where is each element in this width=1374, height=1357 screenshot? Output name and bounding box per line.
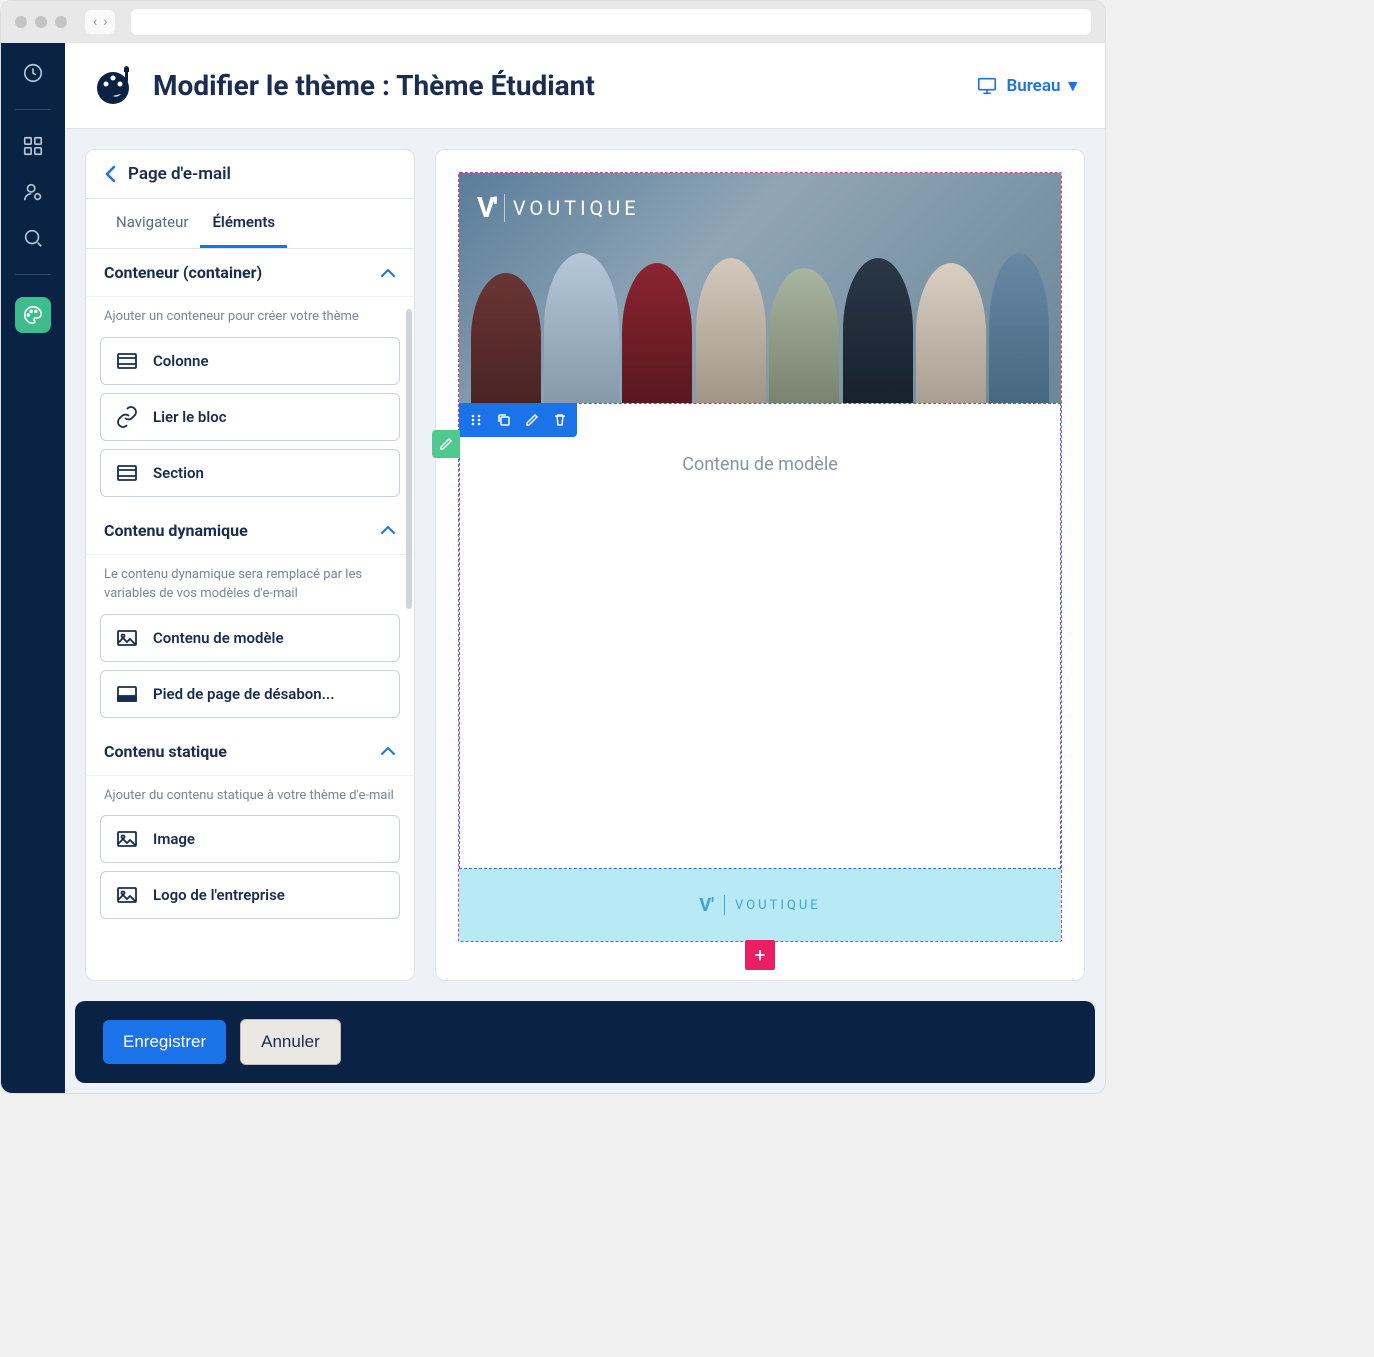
chevron-down-icon: ▾: [1068, 76, 1077, 96]
user-settings-icon[interactable]: [19, 178, 47, 206]
side-edit-tab[interactable]: [432, 430, 460, 458]
link-icon: [115, 405, 139, 429]
chevron-up-icon: [380, 746, 396, 756]
content-placeholder: Contenu de modèle: [460, 454, 1060, 475]
element-template-content[interactable]: Contenu de modèle: [100, 614, 400, 662]
footer-v-mark-icon: V': [699, 895, 714, 916]
image-icon: [115, 626, 139, 650]
apps-icon[interactable]: [19, 132, 47, 160]
duplicate-icon[interactable]: [491, 407, 517, 433]
palette-logo-icon: [93, 64, 137, 108]
element-image[interactable]: Image: [100, 815, 400, 863]
element-template-content-label: Contenu de modèle: [153, 629, 284, 647]
elements-panel: Page d'e-mail Navigateur Éléments Conten…: [85, 149, 415, 981]
window-close-icon[interactable]: [15, 16, 27, 28]
element-column-label: Colonne: [153, 352, 209, 370]
section-static-desc: Ajouter du contenu statique à votre thèm…: [86, 776, 414, 810]
section-container-header[interactable]: Conteneur (container): [86, 249, 414, 297]
element-link-block[interactable]: Lier le bloc: [100, 393, 400, 441]
scrollbar-thumb[interactable]: [406, 309, 412, 609]
page-title: Modifier le thème : Thème Étudiant: [153, 69, 595, 102]
template-content-block[interactable]: Contenu de modèle: [459, 403, 1061, 869]
element-link-block-label: Lier le bloc: [153, 408, 227, 426]
page-header: Modifier le thème : Thème Étudiant Burea…: [65, 43, 1105, 129]
hero-image-block[interactable]: V' VOUTIQUE: [459, 173, 1061, 403]
panel-title: Page d'e-mail: [128, 164, 231, 184]
element-company-logo-label: Logo de l'entreprise: [153, 886, 285, 904]
bottom-action-bar: Enregistrer Annuler: [75, 1001, 1095, 1083]
section-dynamic-title: Contenu dynamique: [104, 521, 248, 540]
element-image-label: Image: [153, 830, 195, 848]
element-section-label: Section: [153, 464, 204, 482]
url-bar[interactable]: [131, 9, 1091, 35]
hero-v-mark-icon: V': [477, 191, 496, 224]
window-minimize-icon[interactable]: [35, 16, 47, 28]
element-section[interactable]: Section: [100, 449, 400, 497]
nav-forward-icon[interactable]: ›: [103, 14, 107, 30]
section-static-header[interactable]: Contenu statique: [86, 728, 414, 776]
footer-icon: [115, 682, 139, 706]
element-unsub-footer[interactable]: Pied de page de désabon...: [100, 670, 400, 718]
chevron-up-icon: [380, 268, 396, 278]
side-rail: [1, 43, 65, 1093]
element-unsub-footer-label: Pied de page de désabon...: [153, 685, 334, 703]
edit-icon[interactable]: [519, 407, 545, 433]
device-selector[interactable]: Bureau ▾: [976, 75, 1077, 97]
tab-navigator[interactable]: Navigateur: [104, 199, 200, 248]
history-icon[interactable]: [19, 59, 47, 87]
browser-title-bar: ‹ ›: [1, 1, 1105, 43]
hero-brand-text: VOUTIQUE: [513, 196, 640, 220]
delete-icon[interactable]: [547, 407, 573, 433]
section-container-desc: Ajouter un conteneur pour créer votre th…: [86, 297, 414, 331]
drag-handle-icon[interactable]: [463, 407, 489, 433]
back-button[interactable]: [104, 164, 118, 184]
search-icon[interactable]: [19, 224, 47, 252]
section-dynamic-desc: Le contenu dynamique sera remplacé par l…: [86, 555, 414, 608]
save-button[interactable]: Enregistrer: [103, 1020, 226, 1064]
desktop-icon: [976, 75, 998, 97]
footer-block[interactable]: V' VOUTIQUE: [459, 869, 1061, 941]
chevron-up-icon: [380, 525, 396, 535]
cancel-button[interactable]: Annuler: [240, 1019, 341, 1065]
element-company-logo[interactable]: Logo de l'entreprise: [100, 871, 400, 919]
window-zoom-icon[interactable]: [55, 16, 67, 28]
tab-elements[interactable]: Éléments: [200, 199, 287, 248]
hero-logo-overlay: V' VOUTIQUE: [477, 191, 640, 224]
section-container-title: Conteneur (container): [104, 263, 262, 282]
section-icon: [115, 461, 139, 485]
canvas-panel: V' VOUTIQUE: [435, 149, 1085, 981]
nav-back-icon[interactable]: ‹: [93, 14, 97, 30]
image-icon: [115, 827, 139, 851]
theme-palette-icon[interactable]: [15, 297, 51, 333]
canvas-frame[interactable]: V' VOUTIQUE: [458, 172, 1062, 942]
section-static-title: Contenu statique: [104, 742, 227, 761]
image-icon: [115, 883, 139, 907]
hero-people-illustration: [459, 233, 1061, 403]
block-toolbar: [459, 403, 577, 437]
element-column[interactable]: Colonne: [100, 337, 400, 385]
section-dynamic-header[interactable]: Contenu dynamique: [86, 507, 414, 555]
add-block-button[interactable]: +: [745, 940, 775, 970]
device-label: Bureau: [1006, 76, 1060, 96]
footer-brand-text: VOUTIQUE: [735, 898, 821, 913]
column-icon: [115, 349, 139, 373]
